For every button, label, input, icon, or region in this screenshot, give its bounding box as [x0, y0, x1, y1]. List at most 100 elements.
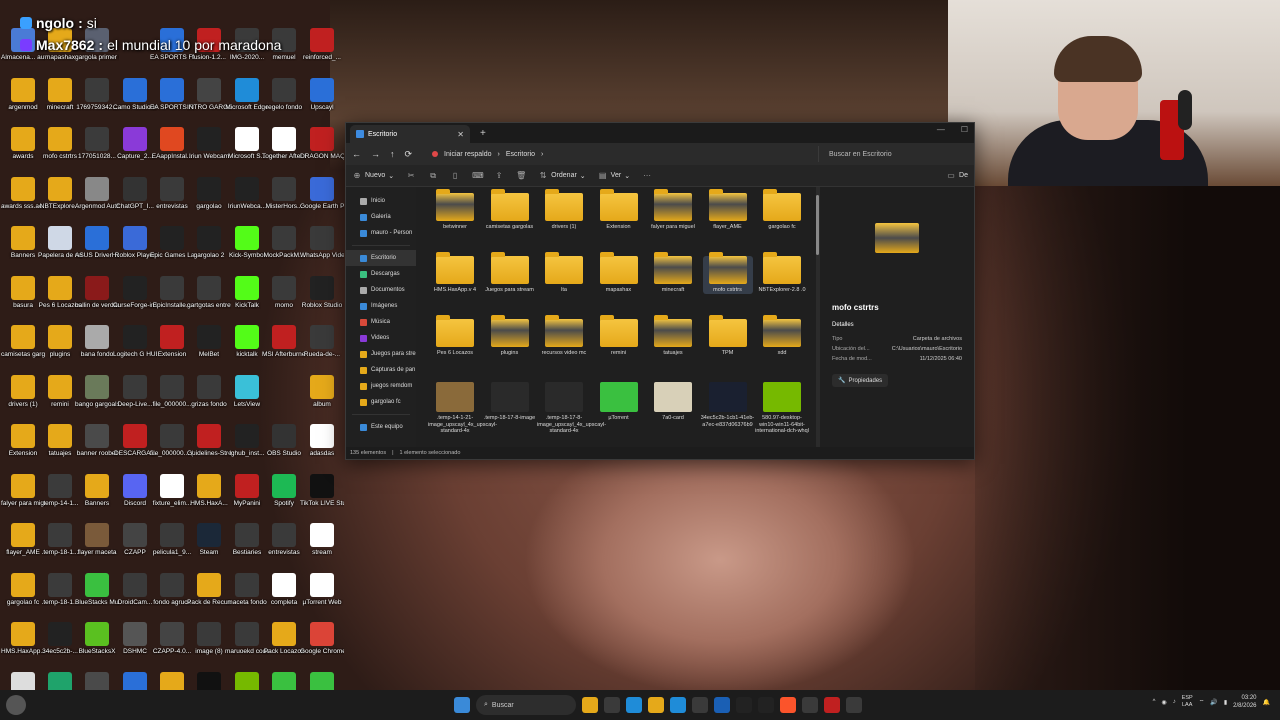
desktop-icon[interactable]: ChatGPT_I... — [116, 176, 154, 210]
desktop-icon[interactable]: µTorrent Web — [302, 572, 342, 606]
desktop-icon[interactable]: DESCARGA... — [114, 424, 156, 457]
desktop-icon[interactable]: awards sss.ae... — [1, 176, 45, 210]
desktop-icon[interactable]: DroidCam... — [116, 572, 154, 606]
file-item[interactable]: tatuajes — [648, 315, 698, 357]
file-item[interactable]: TPM — [703, 315, 753, 357]
desktop-icon[interactable]: Extension — [4, 424, 42, 457]
pinned-app-icon[interactable] — [736, 697, 752, 713]
desktop-icon[interactable]: BlueStacks Multi-Insta... — [75, 572, 119, 606]
desktop-icon[interactable]: awards — [4, 127, 42, 160]
desktop-icon[interactable]: drivers (1) — [4, 374, 42, 408]
back-button[interactable]: ← — [352, 149, 361, 159]
desktop-icon[interactable]: CurseForge-installer — [113, 275, 157, 309]
desktop-icon[interactable]: Pack de Recursos -... — [187, 572, 231, 606]
start-icon[interactable] — [454, 697, 470, 713]
desktop-icon[interactable]: Microsoft S... — [228, 127, 266, 160]
sidebar-item[interactable]: Capturas de pan — [346, 362, 416, 378]
up-button[interactable]: ↑ — [390, 149, 395, 159]
desktop-icon[interactable]: flayer_AME — [4, 523, 42, 556]
refresh-button[interactable]: ⟳ — [405, 149, 413, 160]
sidebar-item[interactable]: Videos — [346, 330, 416, 346]
desktop-icon[interactable]: Discord — [116, 473, 154, 507]
more-options-icon[interactable]: ··· — [642, 171, 652, 181]
file-item[interactable]: minecraft — [648, 252, 698, 294]
sidebar-item[interactable]: Galería — [346, 209, 416, 225]
desktop-icon[interactable]: HMS.HaxA... — [190, 473, 228, 507]
desktop-icon[interactable]: HMS.HaxApp... — [1, 622, 45, 655]
desktop-icon[interactable]: Bestiaries — [228, 523, 266, 556]
file-item[interactable]: drivers (1) — [539, 189, 589, 231]
desktop-icon[interactable]: 34ec5c2b-... — [41, 622, 79, 655]
cut-icon[interactable]: ✂ — [406, 171, 416, 181]
maximize-button[interactable]: ☐ — [961, 125, 968, 134]
desktop-icon[interactable]: Kick-Symbol — [228, 226, 266, 259]
file-item[interactable]: .temp-18-17-8-image — [484, 382, 535, 422]
file-item[interactable]: Pes 6 Locazos — [430, 315, 480, 357]
desktop-icon[interactable]: Rueda-de-... — [303, 325, 341, 358]
desktop-icon[interactable]: tatuajes — [41, 424, 79, 457]
file-item[interactable]: plugins — [485, 315, 535, 357]
notifications-icon[interactable]: 🔔 — [1263, 699, 1270, 706]
desktop-icon[interactable]: pelicula1_9... — [153, 523, 191, 556]
desktop-icon[interactable]: flayer maceta — [77, 523, 117, 556]
pinned-app-icon[interactable] — [626, 697, 642, 713]
file-item[interactable]: xdd — [757, 315, 807, 357]
desktop-icon[interactable]: Upscayl — [303, 77, 341, 111]
desktop-icon[interactable]: Papelera de reciclaje — [38, 226, 82, 259]
file-item[interactable]: 34ec5c2b-1cb1-41eb-a7ec-e837d06376b9 — [701, 382, 754, 428]
desktop-icon[interactable]: ballin de verdad — [75, 275, 119, 309]
new-tab-button[interactable]: + — [480, 128, 486, 139]
pinned-app-icon[interactable] — [758, 697, 774, 713]
desktop-icon[interactable]: 1769759342... — [76, 77, 118, 111]
desktop-icon[interactable]: Capture_2... — [116, 127, 154, 160]
desktop-icon[interactable]: Microsoft Edge — [225, 77, 269, 111]
desktop-icon[interactable]: .temp-18-1... — [41, 572, 79, 606]
desktop-icon[interactable]: MelBet — [190, 325, 228, 358]
desktop-icon[interactable]: EAappInstal... — [152, 127, 192, 160]
sidebar-item[interactable]: Descargas — [346, 266, 416, 282]
file-item[interactable]: 7a0-card — [648, 382, 698, 422]
pinned-app-icon[interactable] — [824, 697, 840, 713]
sidebar-item[interactable]: gargolao fc — [346, 394, 416, 410]
desktop-icon[interactable]: Iriun Webcam — [189, 127, 229, 160]
desktop-icon[interactable]: bango gargoals — [75, 374, 119, 408]
wifi-icon[interactable]: ⌔ — [1199, 698, 1205, 706]
desktop-icon[interactable]: remini — [41, 374, 79, 408]
desktop-icon[interactable]: Banners — [4, 226, 42, 259]
desktop-icon[interactable]: Together After Dark — [262, 127, 306, 160]
sidebar-item[interactable]: Inicio — [346, 193, 416, 209]
desktop-icon[interactable]: Guidelines-Streams — [187, 424, 231, 457]
pinned-app-icon[interactable] — [670, 697, 686, 713]
desktop-icon[interactable]: WhatsApp Video 2025... — [300, 226, 344, 259]
file-item[interactable]: .temp-18-17-8-image_upscayl_4x_upscayl-s… — [537, 382, 606, 435]
desktop-icon[interactable]: file_000000... — [152, 374, 192, 408]
rename-icon[interactable]: ⌨ — [472, 171, 484, 181]
desktop-icon[interactable]: KickTalk — [228, 275, 266, 309]
desktop-icon[interactable]: Google Earth Pro — [300, 176, 344, 210]
desktop-icon[interactable]: CZAPP — [116, 523, 154, 556]
desktop-icon[interactable]: bana fondo — [78, 325, 116, 358]
pinned-app-icon[interactable] — [604, 697, 620, 713]
minimize-button[interactable]: — — [937, 125, 945, 134]
pinned-app-icon[interactable] — [846, 697, 862, 713]
desktop-icon[interactable]: DSHMC — [116, 622, 154, 655]
desktop-icon[interactable]: Deep-Live... — [116, 374, 154, 408]
desktop-icon[interactable]: LetsView — [228, 374, 266, 408]
chevron-up-icon[interactable]: ^ — [1153, 699, 1156, 705]
sidebar-item[interactable]: Escritorio — [346, 250, 416, 266]
desktop-icon[interactable]: entrevistas — [265, 523, 303, 556]
desktop-icon[interactable]: minecraft — [41, 77, 79, 111]
volume-icon[interactable]: ♪ — [1173, 699, 1176, 705]
desktop-icon[interactable]: Logitech G HUB — [113, 325, 157, 358]
desktop-icon[interactable]: 177051028... — [78, 127, 116, 160]
file-item[interactable]: recursos video mc — [539, 315, 589, 357]
desktop-icon[interactable]: BlueStacksX — [78, 622, 116, 655]
desktop-icon[interactable]: Pack Locazos — [264, 622, 304, 655]
file-item[interactable]: Juegos para stream — [485, 252, 535, 294]
desktop-icon[interactable]: plugins — [41, 325, 79, 358]
sidebar-item[interactable]: Música — [346, 314, 416, 330]
desktop-icon[interactable]: .temp-14-1... — [41, 473, 79, 507]
desktop-icon[interactable]: regelo fondo — [265, 77, 303, 111]
desktop-icon[interactable]: fixture_elim... — [153, 473, 191, 507]
pinned-app-icon[interactable] — [714, 697, 730, 713]
